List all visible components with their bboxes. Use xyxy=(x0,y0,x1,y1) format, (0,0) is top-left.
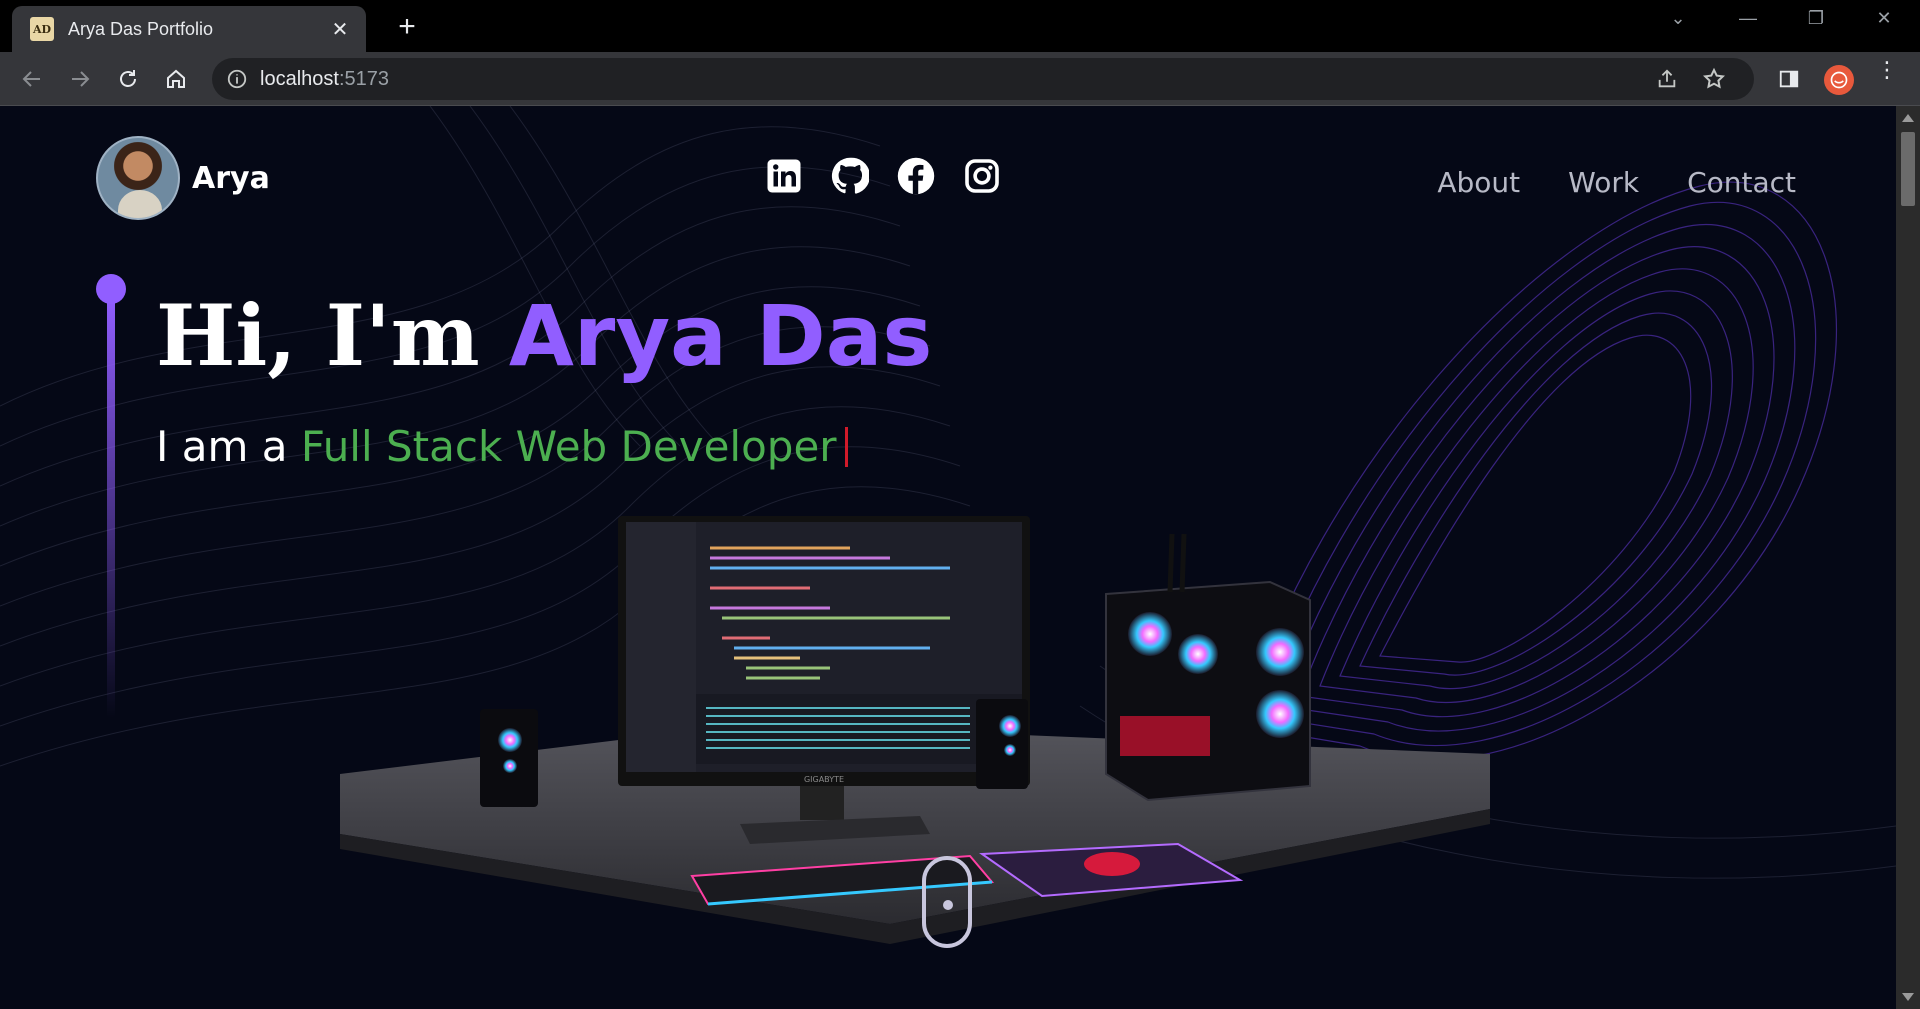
back-button[interactable] xyxy=(14,61,50,97)
case-fan-1 xyxy=(1128,612,1172,656)
scroll-down-arrow-icon[interactable] xyxy=(1902,993,1914,1001)
right-speaker-ring-bottom xyxy=(1004,744,1016,756)
reload-icon xyxy=(120,70,136,87)
forward-button[interactable] xyxy=(62,61,98,97)
hero-subtitle: I am a Full Stack Web Developer xyxy=(156,422,848,471)
avatar xyxy=(96,136,180,220)
editor-sidebar xyxy=(626,522,696,772)
tab-close-icon[interactable]: ✕ xyxy=(328,17,352,42)
url-host: localhost xyxy=(260,67,339,90)
browser-tab[interactable]: AD Arya Das Portfolio ✕ xyxy=(12,6,366,52)
reload-button[interactable] xyxy=(110,61,146,97)
github-icon[interactable] xyxy=(830,156,870,196)
nav-link-about[interactable]: About xyxy=(1437,166,1520,199)
monitor-stand xyxy=(800,786,844,820)
back-arrow-icon xyxy=(22,71,40,87)
right-speaker xyxy=(976,699,1028,789)
tab-title: Arya Das Portfolio xyxy=(68,18,214,39)
left-speaker-ring-bottom xyxy=(503,759,517,773)
nav-link-work[interactable]: Work xyxy=(1568,166,1639,199)
close-window-button[interactable]: ✕ xyxy=(1864,8,1904,29)
hero-heading: Hi, I'm Arya Das xyxy=(156,286,932,385)
address-bar[interactable]: localhost:5173 xyxy=(212,58,1754,100)
scroll-up-arrow-icon[interactable] xyxy=(1902,114,1914,122)
linkedin-icon[interactable] xyxy=(764,156,804,196)
hero-timeline-line xyxy=(107,298,115,718)
left-speaker-ring-top xyxy=(498,728,522,752)
tab-search-icon[interactable]: ⌄ xyxy=(1658,8,1698,29)
side-panel-icon[interactable] xyxy=(1778,68,1800,90)
favicon-icon: AD xyxy=(30,17,54,41)
hero-role-typewriter: Full Stack Web Developer xyxy=(300,422,837,471)
case-fan-3 xyxy=(1256,628,1304,676)
page-viewport: Arya About Work Contact Hi, I'm Arya Das… xyxy=(0,106,1896,1009)
home-icon xyxy=(167,69,185,88)
instagram-icon[interactable] xyxy=(962,156,1002,196)
facebook-icon[interactable] xyxy=(896,156,936,196)
hero-intro: I am a xyxy=(156,422,301,471)
share-icon[interactable] xyxy=(1656,68,1678,90)
home-button[interactable] xyxy=(158,61,194,97)
gaming-mouse xyxy=(1084,852,1140,876)
new-tab-button[interactable]: + xyxy=(390,10,424,44)
profile-face-icon xyxy=(1830,71,1848,89)
hero-name: Arya Das xyxy=(508,287,933,385)
case-fan-2 xyxy=(1178,634,1218,674)
nav-menu: About Work Contact xyxy=(1437,166,1796,199)
restore-button[interactable]: ❐ xyxy=(1796,8,1836,29)
hero-greeting: Hi, I'm xyxy=(156,286,509,385)
minimize-button[interactable]: — xyxy=(1728,8,1768,29)
case-antenna-2 xyxy=(1179,533,1187,593)
page-scrollbar[interactable] xyxy=(1896,106,1920,1009)
scrollbar-thumb[interactable] xyxy=(1901,132,1915,206)
case-fan-4 xyxy=(1256,690,1304,738)
site-navbar: Arya About Work Contact xyxy=(96,136,1796,220)
terminal-panel xyxy=(696,694,1022,764)
site-info-icon[interactable] xyxy=(226,68,248,90)
typewriter-caret xyxy=(844,427,848,467)
scroll-down-indicator[interactable] xyxy=(922,856,972,948)
forward-arrow-icon xyxy=(72,71,90,87)
url-port: :5173 xyxy=(338,67,389,90)
nav-link-contact[interactable]: Contact xyxy=(1687,166,1796,199)
social-links xyxy=(764,156,1002,196)
right-speaker-ring-top xyxy=(999,715,1021,737)
profile-avatar[interactable] xyxy=(1824,65,1854,95)
more-menu-icon[interactable]: ⋮ xyxy=(1876,59,1898,81)
bookmark-star-icon[interactable] xyxy=(1702,67,1726,91)
brand-logo-link[interactable]: Arya xyxy=(96,136,270,220)
browser-toolbar: localhost:5173 ⋮ xyxy=(0,52,1920,106)
monitor-brand-label: GIGABYTE xyxy=(804,775,844,784)
gpu-red-panel xyxy=(1120,716,1210,756)
scroll-wheel-dot xyxy=(943,900,953,910)
left-speaker xyxy=(480,709,538,807)
case-antenna-1 xyxy=(1167,533,1175,593)
brand-name: Arya xyxy=(192,160,270,196)
browser-tabstrip: AD Arya Das Portfolio ✕ + ⌄ — ❐ ✕ xyxy=(0,0,1920,52)
